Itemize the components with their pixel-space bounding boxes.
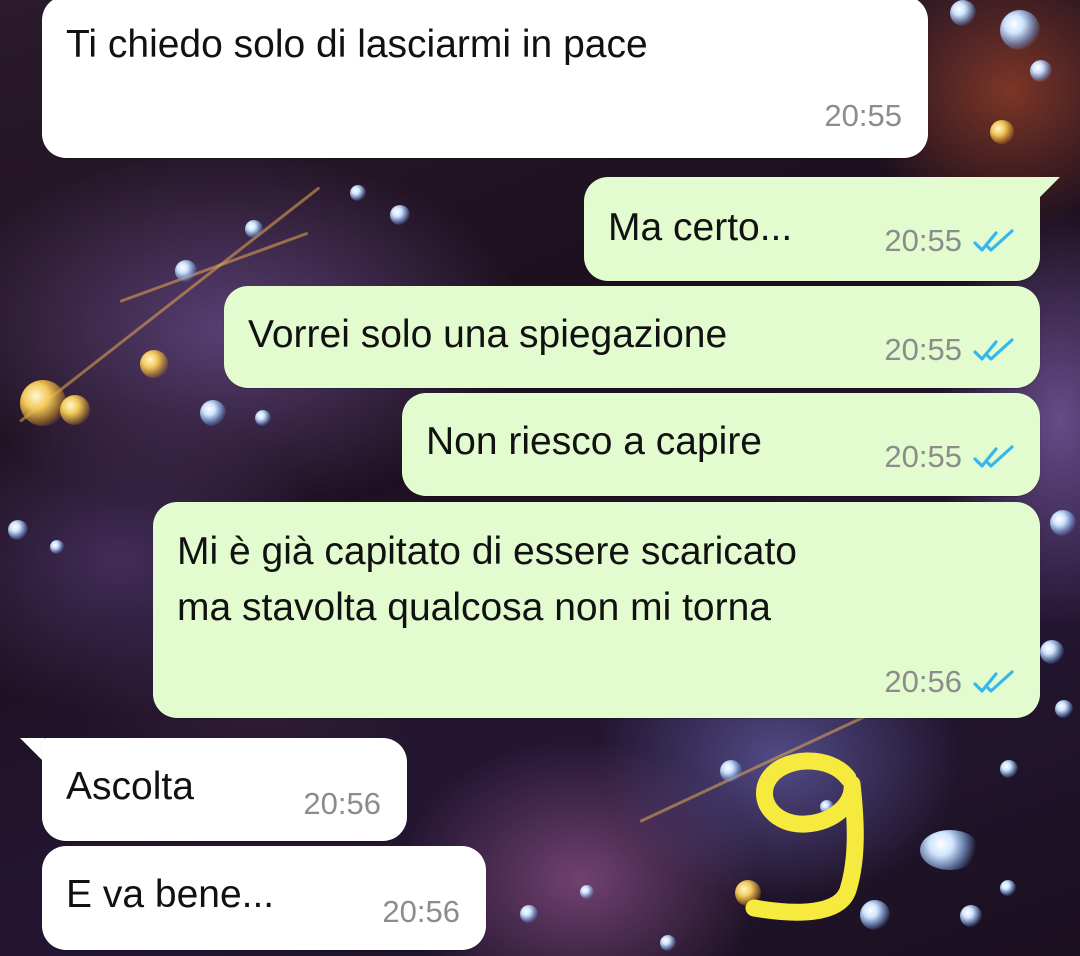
message-text-line-2: ma stavolta qualcosa non mi torna [177, 586, 771, 629]
message-text-line-1: Mi è già capitato di essere scaricato [177, 530, 797, 573]
bubble-tail [20, 738, 44, 762]
outgoing-message[interactable]: Ma certo... 20:55 [584, 177, 1040, 281]
message-meta: 20:55 [884, 439, 1016, 475]
message-meta: 20:55 [824, 98, 902, 134]
message-timestamp: 20:55 [884, 439, 962, 474]
outgoing-message[interactable]: Vorrei solo una spiegazione 20:55 [224, 286, 1040, 388]
message-meta: 20:56 [382, 894, 460, 930]
message-text: Ti chiedo solo di lasciarmi in pace [66, 23, 648, 66]
double-check-icon [973, 445, 1014, 468]
message-text: E va bene... [66, 873, 275, 916]
message-timestamp: 20:55 [884, 223, 962, 258]
message-text: Ma certo... [608, 206, 793, 249]
incoming-message[interactable]: E va bene... 20:56 [42, 846, 486, 950]
incoming-message[interactable]: Ti chiedo solo di lasciarmi in pace 20:5… [42, 0, 928, 158]
outgoing-message[interactable]: Mi è già capitato di essere scaricato ma… [153, 502, 1040, 718]
double-check-icon [973, 229, 1014, 252]
message-timestamp: 20:56 [884, 664, 962, 699]
incoming-message[interactable]: Ascolta 20:56 [42, 738, 407, 841]
message-text: Non riesco a capire [426, 420, 762, 463]
message-timestamp: 20:56 [382, 894, 460, 929]
message-text: Vorrei solo una spiegazione [248, 313, 728, 356]
message-text: Ascolta [66, 765, 194, 808]
message-timestamp: 20:56 [303, 786, 381, 821]
double-check-icon [973, 338, 1014, 361]
message-meta: 20:56 [303, 786, 381, 822]
bubble-tail [1036, 177, 1060, 201]
handwritten-nine-drawing [745, 752, 864, 921]
double-check-icon [973, 670, 1014, 693]
message-meta: 20:55 [884, 223, 1016, 259]
outgoing-message[interactable]: Non riesco a capire 20:55 [402, 393, 1040, 496]
message-timestamp: 20:55 [824, 98, 902, 133]
message-meta: 20:56 [884, 664, 1016, 700]
message-timestamp: 20:55 [884, 332, 962, 367]
message-meta: 20:55 [884, 332, 1016, 368]
